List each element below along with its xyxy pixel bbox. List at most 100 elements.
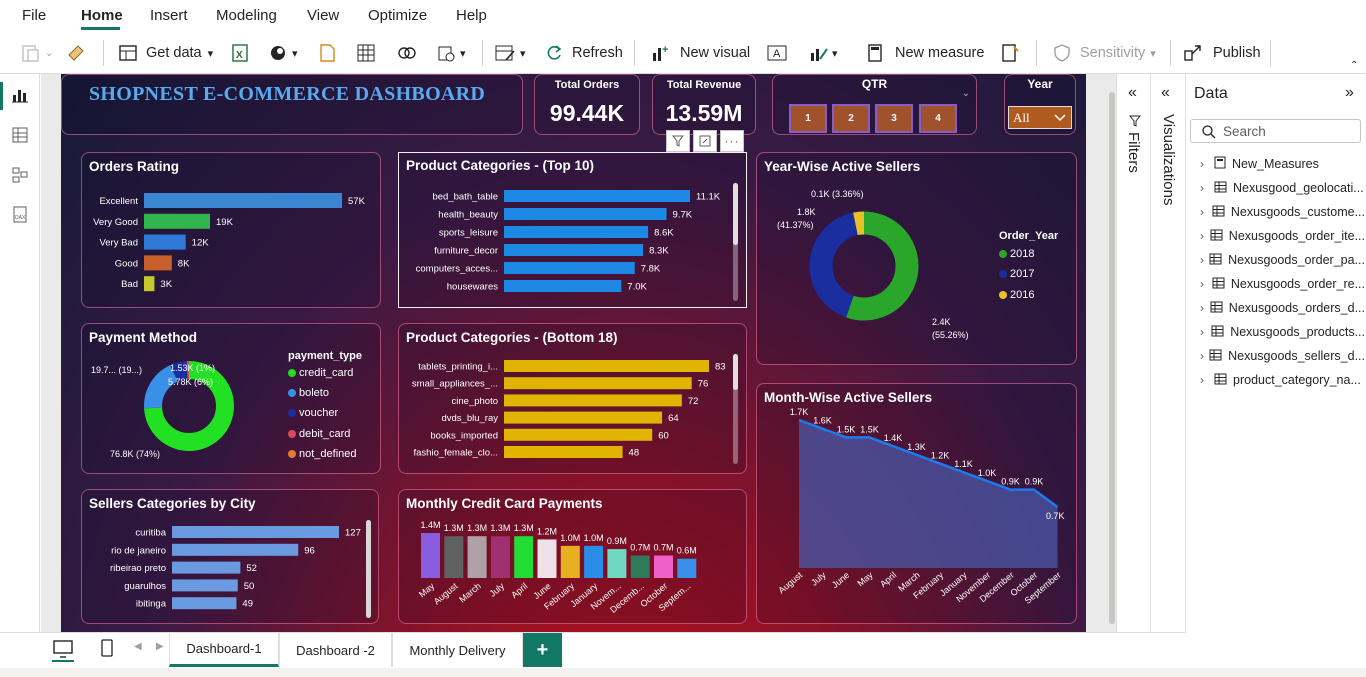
edit-queries-button[interactable]: ▾ bbox=[494, 42, 526, 64]
model-view-icon[interactable] bbox=[11, 166, 29, 189]
dataverse-button[interactable]: ▾ bbox=[268, 42, 298, 64]
sensitivity-button[interactable]: Sensitivity ▾ bbox=[1052, 42, 1156, 64]
scrollbar-thumb[interactable] bbox=[733, 183, 738, 245]
bar[interactable] bbox=[504, 428, 653, 441]
legend-item[interactable]: debit_card bbox=[288, 428, 350, 440]
qtr-button-4[interactable]: 4 bbox=[919, 104, 957, 133]
bar[interactable] bbox=[630, 555, 650, 579]
visualizations-pane-collapsed[interactable]: « Visualizations bbox=[1151, 74, 1186, 677]
menu-insert[interactable]: Insert bbox=[150, 7, 188, 24]
table-view-icon[interactable] bbox=[11, 126, 29, 149]
year-wise-sellers-visual[interactable]: Year-Wise Active Sellers 2.4K (55.26%) 1.8… bbox=[756, 152, 1077, 365]
page-tab-dashboard-2[interactable]: Dashboard -2 bbox=[279, 633, 392, 667]
bar[interactable] bbox=[144, 193, 342, 208]
more-options-icon[interactable]: ··· bbox=[720, 130, 744, 152]
menu-modeling[interactable]: Modeling bbox=[216, 7, 277, 24]
bar[interactable] bbox=[144, 213, 210, 229]
kpi-total-orders[interactable]: Total Orders 99.44K bbox=[534, 74, 640, 135]
scroll-tabs-left-icon[interactable]: ◀ bbox=[134, 641, 142, 652]
bar[interactable] bbox=[504, 411, 663, 424]
menu-home[interactable]: Home bbox=[81, 7, 123, 24]
data-search-input[interactable]: Search bbox=[1190, 119, 1361, 143]
bar[interactable] bbox=[504, 226, 649, 238]
menu-view[interactable]: View bbox=[307, 7, 339, 24]
bar[interactable] bbox=[607, 549, 627, 578]
expand-chevrons-icon[interactable]: « bbox=[1128, 84, 1137, 102]
data-table-item[interactable]: › New_Measures bbox=[1200, 154, 1365, 174]
bar[interactable] bbox=[172, 526, 339, 538]
bar[interactable] bbox=[144, 276, 155, 292]
bar[interactable] bbox=[504, 262, 635, 274]
data-table-item[interactable]: › Nexusgoods_custome... bbox=[1200, 202, 1365, 222]
add-page-button[interactable]: + bbox=[523, 633, 562, 667]
data-table-item[interactable]: › Nexusgoods_order_pa... bbox=[1200, 250, 1365, 270]
sql-button[interactable] bbox=[318, 42, 336, 64]
legend-item[interactable]: 2018 bbox=[999, 248, 1034, 260]
collapse-chevrons-icon[interactable]: » bbox=[1345, 84, 1354, 102]
new-visual-button[interactable]: + New visual bbox=[650, 42, 750, 64]
scrollbar-thumb[interactable] bbox=[366, 520, 371, 618]
bar[interactable] bbox=[560, 545, 580, 578]
bar[interactable] bbox=[504, 190, 690, 202]
dax-query-view-icon[interactable]: DAX bbox=[11, 206, 29, 229]
excel-button[interactable]: X bbox=[230, 42, 250, 64]
bar[interactable] bbox=[677, 558, 697, 578]
page-tab-dashboard-1[interactable]: Dashboard-1 bbox=[169, 633, 279, 667]
paste-button[interactable]: ⌄ bbox=[20, 42, 53, 64]
bar[interactable] bbox=[490, 536, 510, 578]
month-wise-sellers-visual[interactable]: Month-Wise Active Sellers 1.7K August 1.6K… bbox=[756, 383, 1077, 624]
bar[interactable] bbox=[172, 597, 237, 610]
data-table-item[interactable]: › Nexusgoods_products... bbox=[1200, 322, 1365, 342]
scrollbar-thumb[interactable] bbox=[733, 354, 738, 390]
new-measure-button[interactable]: New measure bbox=[866, 42, 984, 64]
legend-item[interactable]: boleto bbox=[288, 387, 329, 399]
bar[interactable] bbox=[467, 536, 487, 578]
data-table-item[interactable]: › product_category_na... bbox=[1200, 370, 1365, 390]
filters-pane-collapsed[interactable]: « Filters bbox=[1116, 74, 1151, 632]
bar[interactable] bbox=[504, 244, 644, 256]
menu-optimize[interactable]: Optimize bbox=[368, 7, 427, 24]
more-visuals-button[interactable]: ▾ bbox=[808, 42, 838, 64]
qtr-button-1[interactable]: 1 bbox=[789, 104, 827, 133]
report-view-icon[interactable] bbox=[11, 86, 29, 109]
qtr-button-3[interactable]: 3 bbox=[875, 104, 913, 133]
bar[interactable] bbox=[172, 543, 299, 556]
legend-item[interactable]: not_defined bbox=[288, 448, 357, 460]
bar[interactable] bbox=[144, 255, 172, 271]
product-bottom18-visual[interactable]: Product Categories - (Bottom 18) tablets… bbox=[398, 323, 747, 474]
menu-help[interactable]: Help bbox=[456, 7, 487, 24]
year-dropdown[interactable]: All bbox=[1008, 106, 1072, 129]
bar[interactable] bbox=[504, 360, 709, 372]
qtr-button-2[interactable]: 2 bbox=[832, 104, 870, 133]
monthly-credit-card-visual[interactable]: Monthly Credit Card Payments 1.4M May 1.3M… bbox=[398, 489, 747, 624]
bar[interactable] bbox=[504, 377, 692, 390]
bar[interactable] bbox=[172, 579, 238, 592]
sellers-by-city-visual[interactable]: Sellers Categories by City curitiba 127 ri… bbox=[81, 489, 379, 624]
quick-measure-button[interactable] bbox=[1000, 42, 1020, 64]
product-top10-visual[interactable]: Product Categories - (Top 10) bed_bath_t… bbox=[398, 152, 747, 308]
menu-file[interactable]: File bbox=[22, 7, 46, 24]
bar[interactable] bbox=[514, 536, 534, 578]
bar[interactable] bbox=[504, 394, 682, 407]
mobile-layout-icon[interactable] bbox=[100, 638, 114, 663]
kpi-total-revenue[interactable]: Total Revenue 13.59M bbox=[652, 74, 756, 135]
legend-item[interactable]: voucher bbox=[288, 407, 338, 419]
legend-item[interactable]: 2017 bbox=[999, 268, 1034, 280]
transform-data-button[interactable]: ▾ bbox=[436, 42, 466, 64]
bar[interactable] bbox=[537, 539, 557, 578]
legend-item[interactable]: credit_card bbox=[288, 367, 353, 379]
focus-mode-icon[interactable] bbox=[693, 130, 717, 152]
refresh-button[interactable]: Refresh bbox=[544, 42, 623, 64]
bar[interactable] bbox=[504, 280, 622, 292]
page-tab-monthly-delivery[interactable]: Monthly Delivery bbox=[392, 633, 523, 667]
recent-sources-button[interactable] bbox=[396, 42, 418, 64]
orders-rating-visual[interactable]: Orders Rating Excellent 57K Very Good 19K Ve… bbox=[81, 152, 381, 308]
legend-item[interactable]: 2016 bbox=[999, 289, 1034, 301]
data-table-item[interactable]: › Nexusgoods_orders_d... bbox=[1200, 298, 1365, 318]
text-box-button[interactable]: A bbox=[766, 42, 788, 64]
bar[interactable] bbox=[172, 561, 241, 574]
bar[interactable] bbox=[504, 446, 623, 458]
bar[interactable] bbox=[584, 545, 604, 578]
data-table-item[interactable]: › Nexusgood_geolocati... bbox=[1200, 178, 1365, 198]
bar[interactable] bbox=[421, 533, 440, 578]
